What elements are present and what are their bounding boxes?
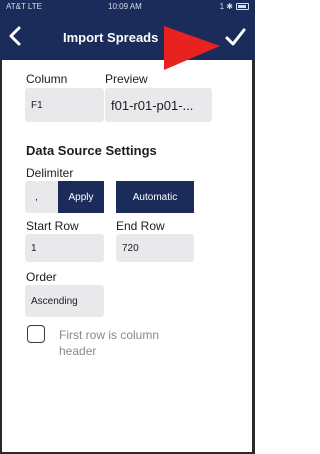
column-label: Column — [26, 72, 68, 86]
red-arrow-annotation-icon — [164, 26, 220, 70]
first-row-header-checkbox[interactable] — [27, 325, 45, 343]
carrier-text: AT&T LTE — [6, 2, 43, 11]
column-field[interactable]: F1 — [25, 88, 104, 122]
status-bar: AT&T LTE 10:09 AM 1 ✱ — [0, 0, 255, 14]
chevron-left-icon — [9, 26, 21, 46]
delimiter-field[interactable]: , — [25, 181, 59, 213]
checkmark-icon — [225, 28, 246, 46]
back-button[interactable] — [4, 24, 26, 48]
status-icons-text: 1 ✱ — [219, 2, 233, 11]
delimiter-label: Delimiter — [26, 166, 74, 180]
start-row-field[interactable]: 1 — [25, 234, 104, 262]
preview-label: Preview — [105, 72, 148, 86]
preview-field: f01-r01-p01-... — [105, 88, 212, 122]
end-row-label: End Row — [116, 219, 165, 233]
end-row-field[interactable]: 720 — [116, 234, 194, 262]
apply-button[interactable]: Apply — [58, 181, 104, 213]
clock-text: 10:09 AM — [108, 2, 142, 11]
start-row-label: Start Row — [26, 219, 79, 233]
order-field[interactable]: Ascending — [25, 285, 104, 317]
order-label: Order — [26, 270, 57, 284]
automatic-button[interactable]: Automatic — [116, 181, 194, 213]
battery-icon — [236, 3, 249, 10]
confirm-button[interactable] — [222, 24, 248, 50]
data-source-settings-heading: Data Source Settings — [26, 143, 157, 158]
first-row-header-label[interactable]: First row is column header — [59, 327, 179, 359]
page-title: Import Spreads — [63, 30, 159, 45]
